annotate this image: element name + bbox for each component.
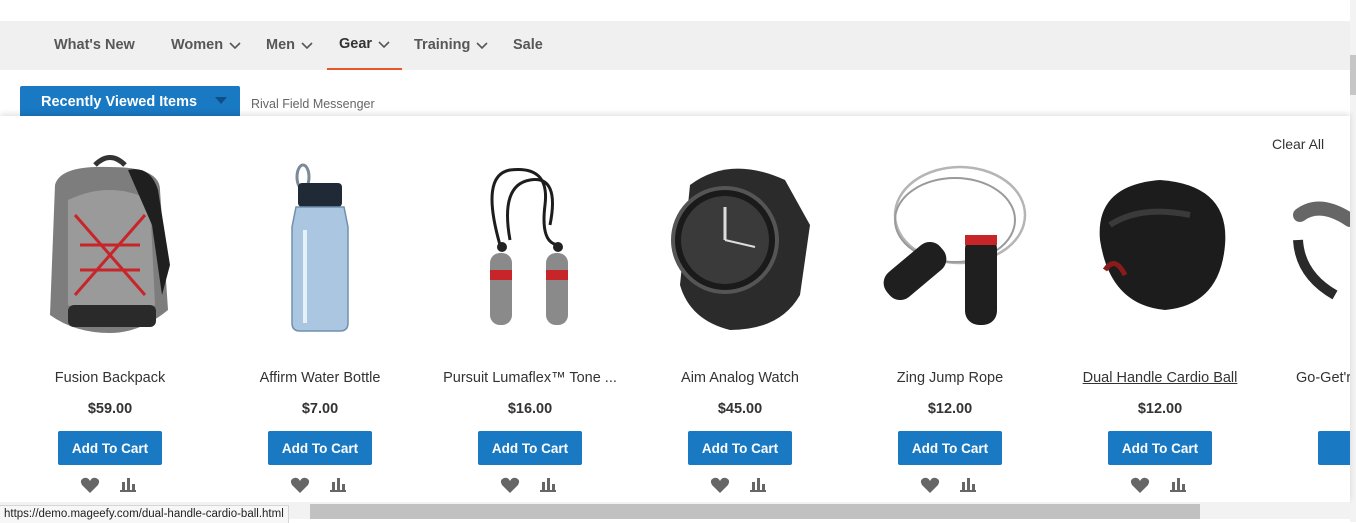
nav-item-training[interactable]: Training [414, 21, 488, 70]
nav-item-label: Women [171, 37, 224, 53]
recently-viewed-toggle-button[interactable]: Recently Viewed Items [20, 86, 240, 118]
chevron-down-icon [229, 41, 241, 49]
recently-viewed-current-item: Rival Field Messenger [251, 97, 375, 111]
product-card: Go-Get'r Ad [1280, 145, 1350, 505]
product-card: Affirm Water Bottle $7.00 Add To Cart [230, 145, 410, 493]
product-name[interactable]: Pursuit Lumaflex™ Tone ... [420, 370, 640, 386]
compare-icon[interactable] [328, 476, 348, 494]
chevron-down-icon [301, 41, 313, 49]
product-name[interactable]: Zing Jump Rope [840, 370, 1060, 386]
product-actions [920, 476, 990, 494]
nav-item-men[interactable]: Men [266, 21, 313, 70]
wishlist-heart-icon[interactable] [1130, 476, 1150, 494]
product-actions [710, 476, 780, 494]
product-actions [1130, 476, 1200, 494]
nav-item-label: What's New [54, 37, 135, 53]
product-name[interactable]: Go-Get'r [1296, 370, 1350, 386]
add-to-cart-button[interactable]: Add To Cart [478, 431, 582, 465]
product-name[interactable]: Affirm Water Bottle [210, 370, 430, 386]
product-card: Pursuit Lumaflex™ Tone ... $16.00 Add To… [440, 145, 620, 493]
nav-item-label: Men [266, 37, 295, 53]
product-image-water-bottle[interactable] [230, 145, 410, 335]
product-card: Aim Analog Watch $45.00 Add To Cart [650, 145, 830, 493]
add-to-cart-button[interactable]: Ad [1318, 431, 1350, 465]
vertical-scrollbar[interactable] [1350, 0, 1356, 522]
product-image-go-getr[interactable] [1280, 145, 1350, 335]
compare-icon[interactable] [748, 476, 768, 494]
recently-viewed-label: Recently Viewed Items [41, 94, 198, 110]
compare-icon[interactable] [118, 476, 138, 494]
add-to-cart-button[interactable]: Add To Cart [688, 431, 792, 465]
add-to-cart-button[interactable]: Add To Cart [58, 431, 162, 465]
nav-item-label: Gear [339, 36, 373, 52]
product-image-watch[interactable] [650, 145, 830, 335]
product-name[interactable]: Aim Analog Watch [630, 370, 850, 386]
chevron-down-icon [476, 41, 488, 49]
product-image-lumaflex[interactable] [440, 145, 620, 335]
scrollbar-thumb[interactable] [1350, 55, 1356, 95]
compare-icon[interactable] [1168, 476, 1188, 494]
product-image-backpack[interactable] [20, 145, 200, 335]
wishlist-heart-icon[interactable] [80, 476, 100, 494]
wishlist-heart-icon[interactable] [500, 476, 520, 494]
product-price: $12.00 [1137, 401, 1183, 417]
product-actions [290, 476, 360, 494]
product-name[interactable]: Dual Handle Cardio Ball [1050, 370, 1270, 386]
caret-down-icon [215, 97, 227, 104]
product-price: $12.00 [927, 401, 973, 417]
product-card: Dual Handle Cardio Ball $12.00 Add To Ca… [1070, 145, 1250, 493]
wishlist-heart-icon[interactable] [290, 476, 310, 494]
product-name[interactable]: Fusion Backpack [0, 370, 220, 386]
compare-icon[interactable] [958, 476, 978, 494]
add-to-cart-button[interactable]: Add To Cart [898, 431, 1002, 465]
product-card: Fusion Backpack $59.00 Add To Cart [20, 145, 200, 493]
nav-item-label: Sale [513, 37, 543, 53]
wishlist-heart-icon[interactable] [710, 476, 730, 494]
compare-icon[interactable] [538, 476, 558, 494]
product-actions [500, 476, 570, 494]
add-to-cart-button[interactable]: Add To Cart [268, 431, 372, 465]
product-price: $16.00 [507, 401, 553, 417]
product-price: $59.00 [87, 401, 133, 417]
product-price: $45.00 [717, 401, 763, 417]
product-image-cardio-ball[interactable] [1070, 145, 1250, 335]
chevron-down-icon [378, 40, 390, 48]
nav-item-women[interactable]: Women [171, 21, 241, 70]
wishlist-heart-icon[interactable] [920, 476, 940, 494]
product-card: Zing Jump Rope $12.00 Add To Cart [860, 145, 1040, 493]
nav-item-sale[interactable]: Sale [513, 21, 543, 70]
status-bar-url: https://demo.mageefy.com/dual-handle-car… [0, 505, 289, 523]
main-nav: What's New Women Men Gear Training Sale [0, 21, 1350, 71]
product-price: $7.00 [301, 401, 339, 417]
nav-item-label: Training [414, 37, 471, 53]
add-to-cart-button[interactable]: Add To Cart [1108, 431, 1212, 465]
nav-item-gear[interactable]: Gear [327, 21, 403, 71]
scrollbar-thumb[interactable] [310, 504, 1200, 519]
nav-item-whats-new[interactable]: What's New [54, 21, 135, 70]
product-image-jump-rope[interactable] [860, 145, 1040, 335]
product-actions [80, 476, 150, 494]
